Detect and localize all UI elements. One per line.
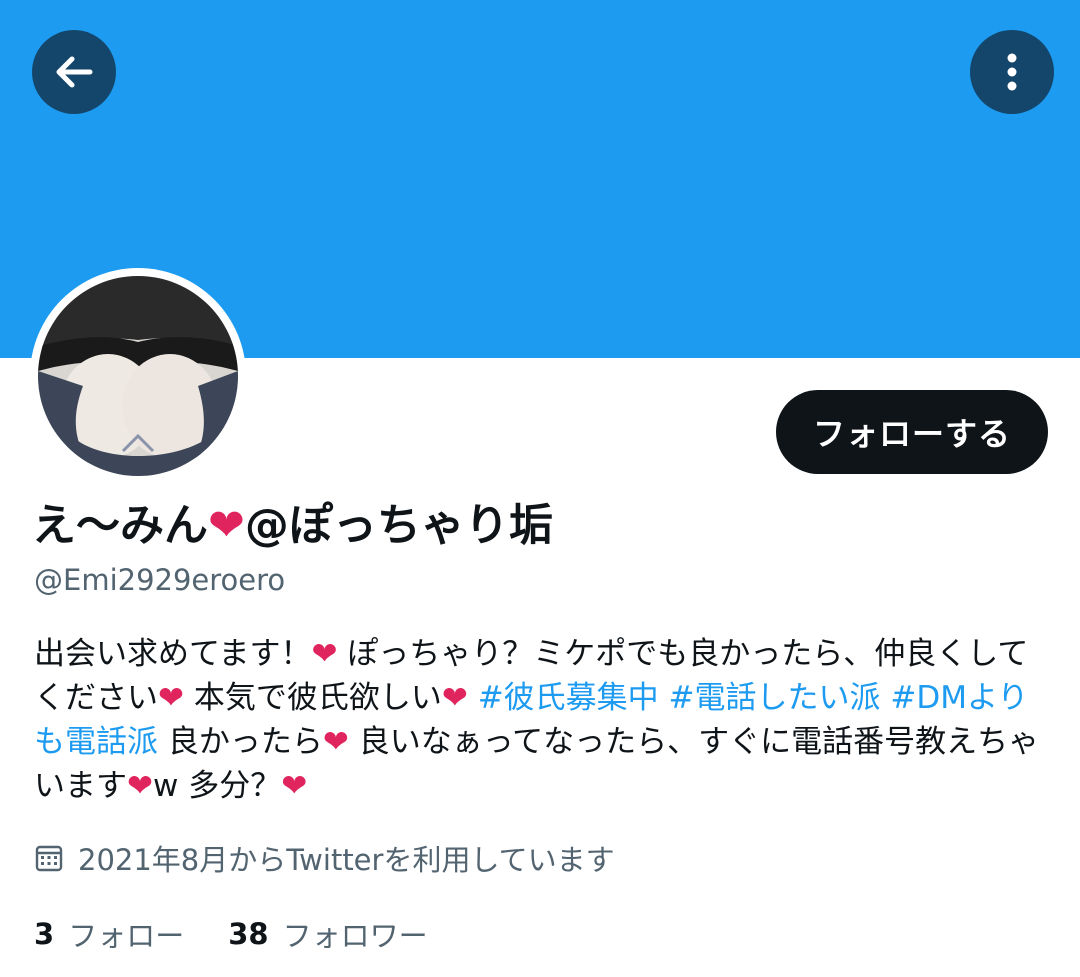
following-count: 3 [34, 917, 55, 951]
joined-text: 2021年8月からTwitterを利用しています [78, 843, 615, 877]
bio-text: w 多分？ [152, 768, 282, 804]
display-name: え〜みん❤@ぽっちゃり垢 [32, 496, 553, 556]
bio-text: 本気で彼氏欲しい [183, 680, 442, 716]
heart-emoji-icon: ❤ [127, 768, 153, 804]
heart-emoji-icon: ❤ [208, 500, 245, 551]
following-link[interactable]: 3 フォロー [34, 913, 184, 955]
bio-text: 良かったら [158, 724, 323, 760]
followers-count: 38 [228, 917, 269, 951]
calendar-icon [34, 843, 64, 873]
profile-bio: 出会い求めてます！❤ ぽっちゃり？ミケポでも良かったら、仲良くしてください❤ 本… [34, 632, 1044, 808]
followers-label: フォロワー [282, 919, 428, 953]
display-name-suffix: @ぽっちゃり垢 [244, 500, 553, 551]
back-button[interactable] [32, 30, 116, 114]
follow-stats: 3 フォロー 38 フォロワー [34, 912, 472, 956]
hashtag-link[interactable]: #彼氏募集中 [478, 680, 659, 716]
joined-date: 2021年8月からTwitterを利用しています [34, 836, 615, 880]
hashtag-link[interactable]: #電話したい派 [669, 680, 881, 716]
heart-emoji-icon: ❤ [158, 680, 184, 716]
heart-emoji-icon: ❤ [322, 724, 349, 760]
heart-emoji-icon: ❤ [311, 636, 338, 672]
arrow-left-icon [56, 56, 93, 88]
follow-button[interactable]: フォローする [776, 390, 1048, 474]
following-label: フォロー [68, 919, 185, 953]
more-options-button[interactable] [970, 30, 1054, 114]
more-vertical-icon [1007, 53, 1017, 91]
followers-link[interactable]: 38 フォロワー [228, 913, 427, 955]
display-name-text: え〜みん [32, 500, 208, 551]
heart-emoji-icon: ❤ [281, 768, 308, 804]
bio-text: 出会い求めてます！ [34, 636, 312, 672]
avatar-container[interactable] [30, 268, 246, 484]
avatar[interactable] [38, 276, 238, 476]
heart-emoji-icon: ❤ [441, 680, 468, 716]
user-handle: @Emi2929eroero [34, 563, 286, 597]
